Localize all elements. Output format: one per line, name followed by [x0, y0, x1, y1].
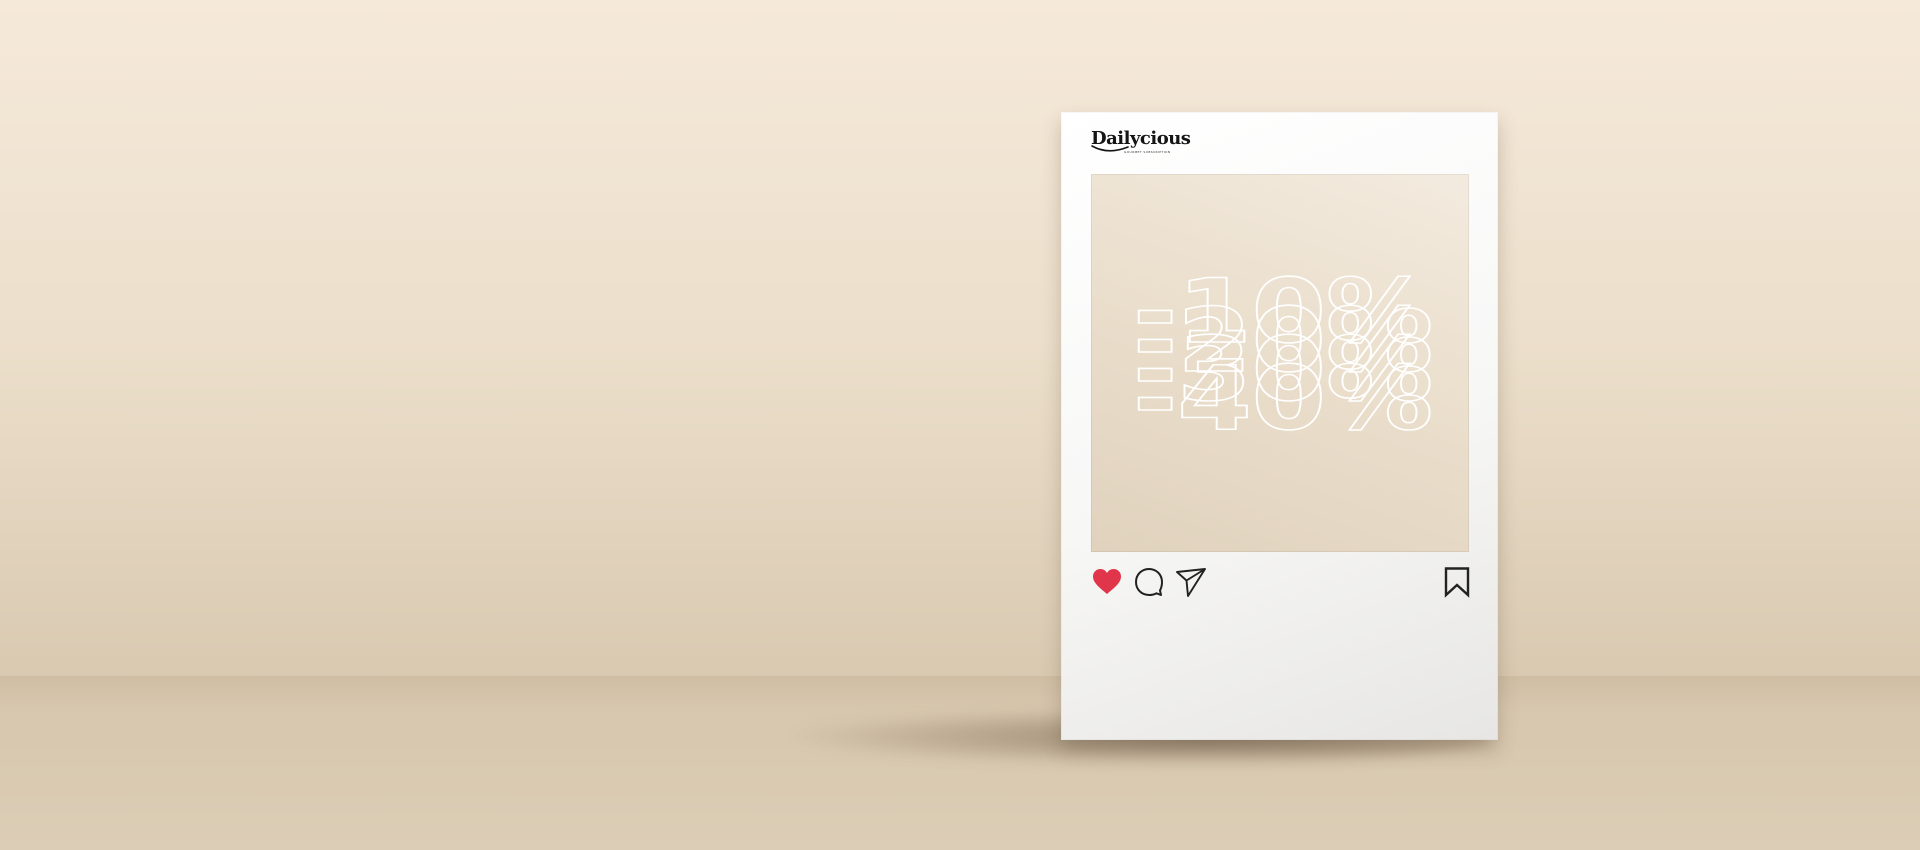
save-button[interactable] — [1441, 566, 1473, 598]
share-button[interactable] — [1175, 566, 1207, 598]
bookmark-icon — [1444, 567, 1470, 598]
discount-value-forty: -40% — [1133, 347, 1433, 450]
comment-bubble-icon — [1135, 568, 1163, 596]
like-button[interactable] — [1091, 566, 1123, 598]
heart-icon — [1093, 569, 1121, 594]
social-post-card: Dailycious GOURMET SUBSCRIPTION -10% -20%… — [1061, 112, 1498, 740]
studio-floor — [0, 676, 1920, 850]
post-image: -10% -20% -30% -40% — [1091, 174, 1469, 552]
comment-button[interactable] — [1133, 566, 1165, 598]
brand-tagline: GOURMET SUBSCRIPTION — [1124, 150, 1171, 154]
paper-plane-icon — [1176, 568, 1206, 597]
discount-artwork: -10%-20%-30%-40% — [1132, 259, 1434, 451]
